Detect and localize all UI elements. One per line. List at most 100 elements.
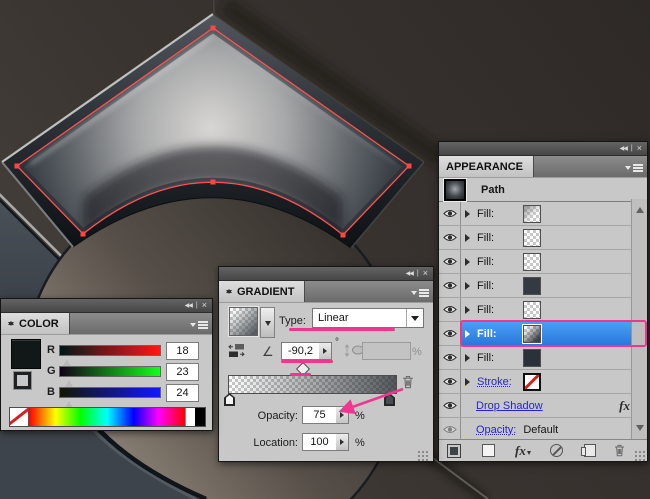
eye-icon [443, 257, 457, 266]
disclosure-triangle-icon[interactable] [465, 210, 474, 218]
add-new-effect-button[interactable]: fx [515, 443, 531, 459]
add-new-stroke-button[interactable] [447, 444, 461, 458]
disclosure-triangle-icon[interactable] [465, 258, 474, 266]
panel-menu-icon[interactable] [190, 319, 208, 330]
red-channel-slider[interactable] [59, 345, 161, 356]
channel-label: R [47, 344, 57, 356]
percent-symbol: % [355, 437, 365, 449]
tab-appearance[interactable]: APPEARANCE [439, 156, 534, 177]
opacity-link[interactable]: Opacity: [476, 424, 516, 436]
rainbow-ramp[interactable] [29, 408, 185, 426]
scroll-up-icon[interactable] [636, 203, 644, 213]
eye-icon [443, 305, 457, 314]
tab-color[interactable]: COLOR [1, 313, 70, 334]
collapse-panel-icon[interactable]: ◀◀ [620, 146, 627, 152]
appearance-item-row[interactable]: Path [439, 178, 647, 202]
duplicate-item-button[interactable] [584, 444, 596, 457]
panel-resize-grip[interactable] [634, 450, 645, 461]
none-color-swatch[interactable] [10, 408, 29, 426]
appearance-row-fill-6-selected[interactable]: Fill: [439, 322, 647, 346]
disclosure-triangle-icon[interactable] [465, 234, 474, 242]
panel-resize-grip[interactable] [417, 450, 428, 461]
appearance-row-fill-7[interactable]: Fill: [439, 346, 647, 370]
appearance-row-fill-3[interactable]: Fill: [439, 250, 647, 274]
tab-gradient[interactable]: GRADIENT [219, 281, 305, 302]
panel-menu-icon[interactable] [625, 162, 643, 173]
fill-swatch[interactable] [523, 277, 541, 295]
disclosure-triangle-icon[interactable] [465, 330, 474, 338]
red-value-input[interactable]: 18 [166, 342, 199, 360]
location-spinner-button[interactable] [336, 433, 349, 451]
visibility-toggle[interactable] [439, 346, 461, 369]
clear-appearance-button[interactable] [550, 444, 563, 457]
add-new-fill-button[interactable] [482, 444, 495, 457]
panel-menu-icon[interactable] [411, 287, 429, 298]
path-label: Path [481, 184, 505, 196]
visibility-toggle[interactable] [439, 418, 461, 441]
delete-item-button[interactable] [614, 444, 625, 457]
stroke-none-swatch[interactable] [523, 373, 541, 391]
close-panel-icon[interactable]: × [202, 301, 207, 310]
collapse-panel-icon[interactable]: ◀◀ [406, 271, 413, 277]
close-panel-icon[interactable]: × [637, 144, 642, 153]
row-label: Fill: [477, 328, 520, 340]
disclosure-triangle-icon[interactable] [465, 378, 474, 386]
appearance-row-fill-4[interactable]: Fill: [439, 274, 647, 298]
application-workspace: ◀◀ | × APPEARANCE Path Fill: [0, 0, 650, 499]
visibility-toggle[interactable] [439, 226, 461, 249]
appearance-row-stroke[interactable]: Stroke: [439, 370, 647, 394]
angle-spinner-button[interactable] [319, 342, 332, 360]
gradient-fill-swatch[interactable] [523, 325, 541, 343]
disclosure-triangle-icon[interactable] [465, 282, 474, 290]
appearance-row-fill-5[interactable]: Fill: [439, 298, 647, 322]
visibility-toggle[interactable] [439, 202, 461, 225]
gradient-angle-input[interactable]: -90,2 [281, 342, 320, 360]
gradient-type-dropdown[interactable]: Linear [312, 308, 424, 328]
path-thumbnail[interactable] [444, 179, 466, 201]
disclosure-triangle-icon[interactable] [465, 306, 474, 314]
row-label: Fill: [477, 256, 520, 268]
fill-color-proxy[interactable] [11, 339, 41, 369]
disclosure-triangle-icon[interactable] [465, 354, 474, 362]
stroke-link[interactable]: Stroke: [477, 376, 520, 388]
gradient-stop-start[interactable] [224, 393, 235, 406]
blue-value-input[interactable]: 24 [166, 384, 199, 402]
visibility-toggle[interactable] [439, 274, 461, 297]
blue-channel-slider[interactable] [59, 387, 161, 398]
color-spectrum-ramp[interactable] [9, 407, 206, 427]
gradient-thumbnail[interactable] [229, 307, 258, 336]
collapse-panel-icon[interactable]: ◀◀ [185, 303, 192, 309]
slider-handle-icon[interactable] [63, 355, 71, 366]
visibility-toggle[interactable] [439, 370, 461, 393]
appearance-row-fill-1[interactable]: Fill: [439, 202, 647, 226]
visibility-toggle[interactable] [439, 394, 461, 417]
white-swatch[interactable] [185, 408, 195, 426]
stroke-color-proxy[interactable] [14, 372, 31, 389]
appearance-row-drop-shadow[interactable]: Drop Shadow fx [439, 394, 647, 418]
fill-swatch[interactable] [523, 205, 541, 223]
green-value-input[interactable]: 23 [166, 363, 199, 381]
tab-color-label: COLOR [19, 318, 59, 330]
appearance-row-opacity[interactable]: Opacity: Default [439, 418, 647, 441]
black-swatch[interactable] [195, 408, 205, 426]
scroll-down-icon[interactable] [636, 425, 644, 435]
appearance-row-fill-2[interactable]: Fill: [439, 226, 647, 250]
green-channel-slider[interactable] [59, 366, 161, 377]
gradient-midpoint-slider[interactable] [296, 362, 310, 376]
drop-shadow-link[interactable]: Drop Shadow [476, 400, 543, 412]
gradient-type-value: Linear [313, 312, 406, 324]
fill-swatch[interactable] [523, 301, 541, 319]
visibility-toggle[interactable] [439, 322, 461, 345]
reverse-gradient-icon[interactable] [228, 343, 245, 358]
fill-swatch[interactable] [523, 229, 541, 247]
fill-swatch[interactable] [523, 253, 541, 271]
dropdown-arrow-icon[interactable] [406, 309, 423, 327]
slider-handle-icon[interactable] [65, 376, 73, 387]
appearance-scrollbar[interactable] [631, 199, 647, 439]
stop-location-input[interactable]: 100 [302, 433, 337, 451]
visibility-toggle[interactable] [439, 298, 461, 321]
visibility-toggle[interactable] [439, 250, 461, 273]
gradient-preset-dropdown[interactable] [260, 307, 275, 338]
close-panel-icon[interactable]: × [423, 269, 428, 278]
fill-swatch[interactable] [523, 349, 541, 367]
